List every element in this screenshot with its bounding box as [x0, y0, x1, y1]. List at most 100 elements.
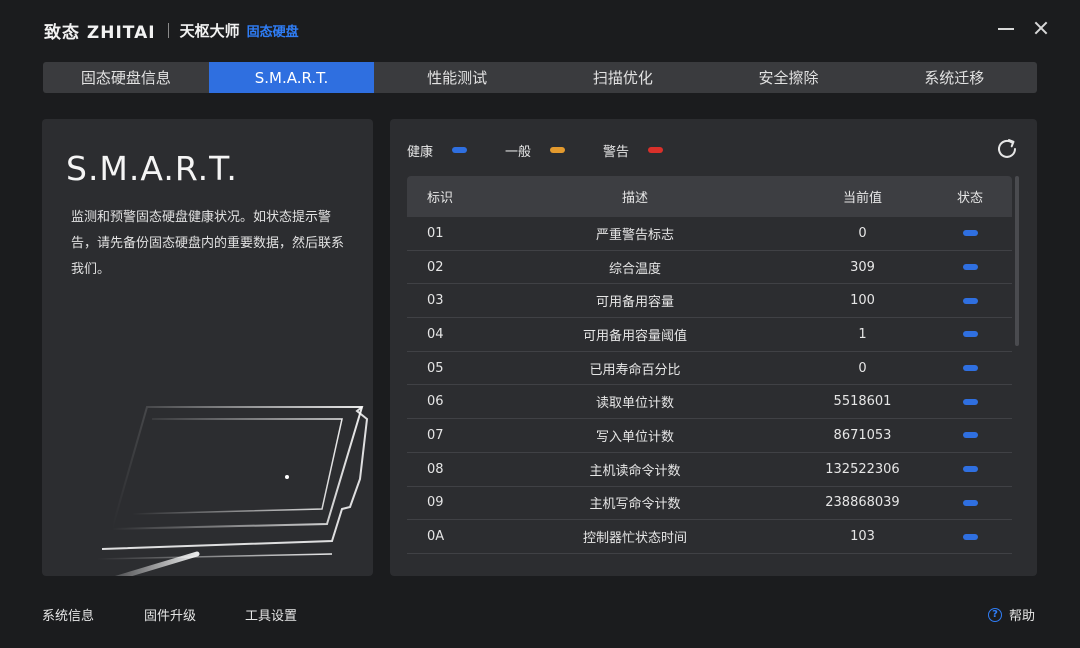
col-header-value: 当前值	[842, 191, 882, 206]
cell-id: 06	[427, 394, 444, 410]
cell-status	[928, 331, 1012, 338]
info-description: 监测和预警固态硬盘健康状况。如状态提示警告，请先备份固态硬盘内的重要数据，然后联…	[71, 210, 345, 277]
status-indicator	[962, 533, 978, 540]
legend-label: 警告	[603, 144, 630, 160]
legend-healthy: 健康	[407, 141, 468, 160]
cell-description: 已用寿命百分比	[589, 362, 681, 378]
col-header-id: 标识	[427, 191, 454, 206]
smart-table: 标识 描述 当前值 状态 01 严重警告标志 0 02 综合温度 309 03 可用备用容量 1…	[407, 176, 1012, 576]
table-row[interactable]: 07 写入单位计数 8671053	[407, 419, 1012, 453]
table-row[interactable]: 09 主机写命令计数 238868039	[407, 487, 1012, 521]
cell-id: 0A	[427, 529, 445, 545]
tab-bar: 固态硬盘信息 S.M.A.R.T. 性能测试 扫描优化 安全擦除 系统迁移	[43, 62, 1037, 93]
cell-description: 读取单位计数	[595, 396, 674, 412]
cell-id: 04	[427, 326, 444, 342]
cell-description: 控制器忙状态时间	[582, 531, 687, 547]
table-row[interactable]: 03 可用备用容量 100	[407, 284, 1012, 319]
cell-value: 0	[858, 360, 867, 376]
cell-value: 1	[858, 326, 867, 342]
table-row[interactable]: 06 读取单位计数 5518601	[407, 385, 1012, 420]
table-row[interactable]: 05 已用寿命百分比 0	[407, 352, 1012, 386]
tab-performance-test[interactable]: 性能测试	[374, 62, 540, 93]
cell-value: 238868039	[825, 495, 900, 511]
status-indicator	[962, 297, 978, 304]
table-row[interactable]: 04 可用备用容量阈值 1	[407, 318, 1012, 352]
ssd-magnifier-illustration	[96, 406, 369, 576]
cell-id: 07	[427, 427, 444, 443]
cell-id: 02	[427, 259, 444, 275]
refresh-icon[interactable]	[995, 137, 1019, 161]
status-indicator	[962, 432, 978, 439]
cell-id: 08	[427, 461, 444, 477]
cell-status	[928, 499, 1012, 506]
tab-ssd-info[interactable]: 固态硬盘信息	[43, 62, 209, 93]
info-title: S.M.A.R.T.	[66, 149, 238, 188]
footer-system-info[interactable]: 系统信息	[42, 605, 94, 624]
status-indicator	[962, 365, 978, 372]
cell-value: 5518601	[833, 394, 892, 410]
col-header-description: 描述	[621, 191, 648, 206]
table-scrollbar[interactable]	[1015, 176, 1019, 346]
cell-value: 100	[850, 293, 875, 309]
cell-status	[928, 297, 1012, 304]
tab-smart[interactable]: S.M.A.R.T.	[208, 62, 375, 93]
help-icon: ?	[988, 607, 1002, 622]
cell-value: 103	[850, 529, 875, 545]
table-row[interactable]: 01 严重警告标志 0	[407, 217, 1012, 251]
info-panel: S.M.A.R.T. 监测和预警固态硬盘健康状况。如状态提示警告，请先备份固态硬…	[42, 119, 373, 576]
cell-status	[928, 365, 1012, 372]
status-indicator	[962, 499, 978, 506]
cell-status	[928, 432, 1012, 439]
cell-status	[928, 466, 1012, 473]
cell-description: 综合温度	[608, 261, 661, 277]
product-name: 固态硬盘	[246, 24, 299, 40]
cell-status	[928, 398, 1012, 405]
table-row[interactable]: 08 主机读命令计数 132522306	[407, 453, 1012, 487]
legend-swatch	[648, 147, 664, 153]
status-indicator	[962, 230, 978, 237]
brand-logo: 致态 ZHITAI	[44, 22, 156, 43]
col-header-status: 状态	[956, 191, 983, 206]
cell-description: 写入单位计数	[595, 429, 674, 445]
cell-value: 309	[850, 259, 875, 275]
footer-tool-settings[interactable]: 工具设置	[245, 605, 297, 624]
cell-description: 可用备用容量阈值	[582, 328, 687, 344]
cell-status	[928, 230, 1012, 237]
cell-value: 132522306	[825, 461, 900, 477]
close-button[interactable]	[1031, 18, 1051, 38]
help-label: 帮助	[1009, 609, 1036, 624]
cell-id: 03	[427, 293, 444, 309]
status-legend: 健康 一般 警告	[407, 141, 701, 160]
table-body: 01 严重警告标志 0 02 综合温度 309 03 可用备用容量 100 04 可用备用容量阈值 1…	[407, 217, 1012, 554]
title-bar: 致态 ZHITAI 天枢大师 固态硬盘	[0, 0, 1080, 58]
status-indicator	[962, 466, 978, 473]
cell-description: 可用备用容量	[595, 295, 674, 311]
tab-secure-erase[interactable]: 安全擦除	[706, 62, 872, 93]
legend-label: 健康	[407, 144, 434, 160]
legend-label: 一般	[505, 144, 532, 160]
smart-panel: 健康 一般 警告 标识 描述 当前值 状态 01 严重警告标志 0 02 综合温度 309…	[390, 119, 1037, 576]
legend-swatch	[452, 147, 468, 153]
table-row[interactable]: 0A 控制器忙状态时间 103	[407, 520, 1012, 554]
cell-value: 8671053	[833, 427, 892, 443]
cell-description: 主机读命令计数	[589, 463, 681, 479]
brand-divider	[167, 22, 169, 38]
legend-warning: 警告	[603, 141, 664, 160]
cell-value: 0	[858, 225, 867, 241]
legend-swatch	[550, 147, 566, 153]
help-button[interactable]: ? 帮助	[988, 605, 1035, 624]
cell-status	[928, 264, 1012, 271]
tab-scan-optimize[interactable]: 扫描优化	[540, 62, 706, 93]
cell-id: 05	[427, 360, 444, 376]
table-header: 标识 描述 当前值 状态	[407, 176, 1012, 217]
cell-id: 09	[427, 495, 444, 511]
table-row[interactable]: 02 综合温度 309	[407, 251, 1012, 285]
status-indicator	[962, 398, 978, 405]
app-name: 天枢大师	[179, 21, 240, 40]
cell-description: 严重警告标志	[595, 227, 674, 243]
footer-firmware-upgrade[interactable]: 固件升级	[144, 605, 196, 624]
minimize-button[interactable]	[996, 18, 1016, 38]
tab-system-migration[interactable]: 系统迁移	[871, 62, 1037, 93]
cell-id: 01	[427, 225, 444, 241]
legend-normal: 一般	[505, 141, 566, 160]
